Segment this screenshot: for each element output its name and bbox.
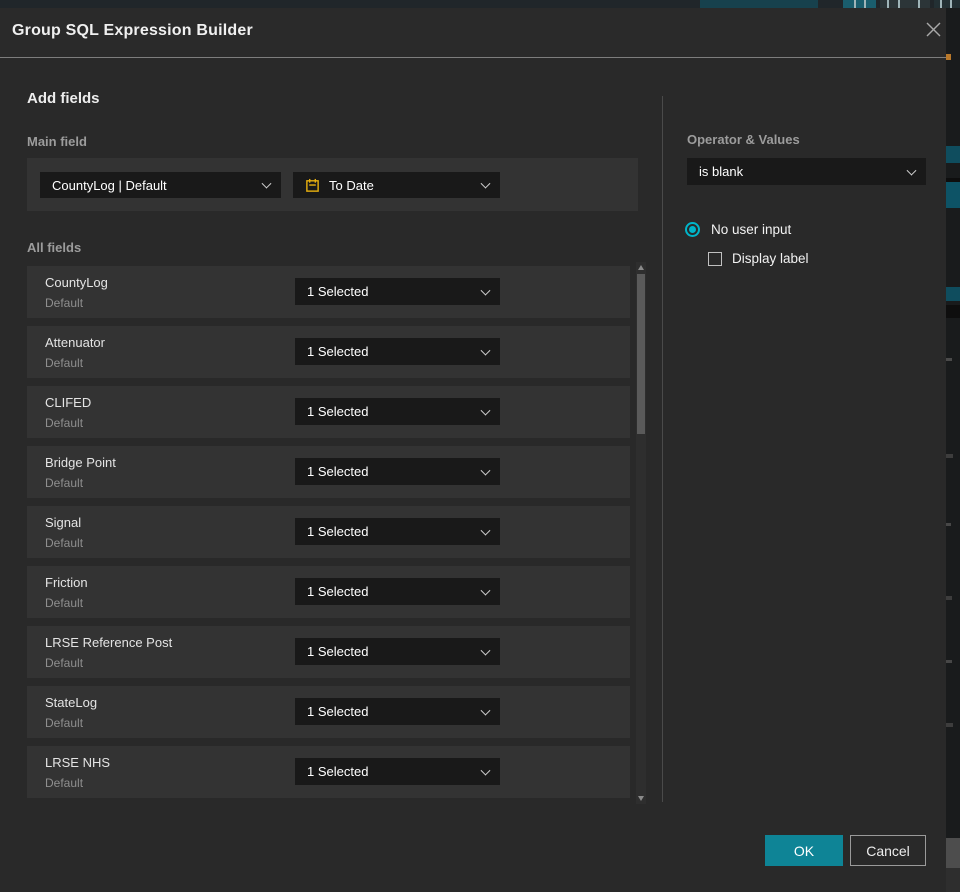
field-selected-dropdown[interactable]: 1 Selected xyxy=(295,518,500,545)
panel-divider xyxy=(662,96,663,802)
date-type-dropdown-value: To Date xyxy=(329,177,374,193)
close-button[interactable] xyxy=(920,19,946,45)
field-selected-value: 1 Selected xyxy=(307,284,369,299)
chevron-down-icon xyxy=(480,585,491,596)
field-name: Attenuator xyxy=(45,335,105,350)
scrollbar-thumb[interactable] xyxy=(637,274,645,434)
field-row: Attenuator Default 1 Selected xyxy=(27,326,630,378)
chevron-down-icon xyxy=(480,345,491,356)
field-row: Bridge Point Default 1 Selected xyxy=(27,446,630,498)
field-name: Bridge Point xyxy=(45,455,116,470)
field-row: CLIFED Default 1 Selected xyxy=(27,386,630,438)
scroll-down-arrow-icon[interactable] xyxy=(638,796,644,801)
field-selected-dropdown[interactable]: 1 Selected xyxy=(295,698,500,725)
field-name: Signal xyxy=(45,515,82,530)
field-selected-value: 1 Selected xyxy=(307,344,369,359)
main-field-label: Main field xyxy=(27,134,87,149)
field-name: LRSE Reference Post xyxy=(45,635,173,650)
field-name: LRSE NHS xyxy=(45,755,111,770)
chevron-down-icon xyxy=(480,465,491,476)
scroll-up-arrow-icon[interactable] xyxy=(638,265,644,270)
field-subtitle: Default xyxy=(45,656,84,670)
ok-button[interactable]: OK xyxy=(765,835,843,866)
field-selected-dropdown[interactable]: 1 Selected xyxy=(295,578,500,605)
field-selected-dropdown[interactable]: 1 Selected xyxy=(295,338,500,365)
operator-dropdown-value: is blank xyxy=(699,164,744,179)
field-selected-dropdown[interactable]: 1 Selected xyxy=(295,278,500,305)
field-selected-value: 1 Selected xyxy=(307,404,369,419)
group-sql-expression-builder-dialog: Group SQL Expression Builder Add fields … xyxy=(0,8,946,892)
field-name: CountyLog xyxy=(45,275,108,290)
field-selected-value: 1 Selected xyxy=(307,464,369,479)
field-row: Friction Default 1 Selected xyxy=(27,566,630,618)
no-user-input-radio[interactable]: No user input xyxy=(685,222,791,237)
chevron-down-icon xyxy=(480,285,491,296)
field-row: StateLog Default 1 Selected xyxy=(27,686,630,738)
fields-list-scrollbar[interactable] xyxy=(636,262,646,804)
chevron-down-icon xyxy=(480,765,491,776)
field-subtitle: Default xyxy=(45,716,84,730)
field-selected-value: 1 Selected xyxy=(307,524,369,539)
date-type-dropdown[interactable]: To Date xyxy=(293,172,500,198)
field-row: LRSE NHS Default 1 Selected xyxy=(27,746,630,798)
calendar-icon xyxy=(305,178,320,193)
field-selected-value: 1 Selected xyxy=(307,764,369,779)
field-subtitle: Default xyxy=(45,536,84,550)
field-subtitle: Default xyxy=(45,476,84,490)
field-row: CountyLog Default 1 Selected xyxy=(27,266,630,318)
field-selected-value: 1 Selected xyxy=(307,644,369,659)
main-field-panel: CountyLog | Default To Date xyxy=(27,158,638,211)
dialog-title: Group SQL Expression Builder xyxy=(12,22,253,39)
field-subtitle: Default xyxy=(45,296,84,310)
operator-values-label: Operator & Values xyxy=(687,132,800,147)
field-name: CLIFED xyxy=(45,395,92,410)
chevron-down-icon xyxy=(480,645,491,656)
field-selected-dropdown[interactable]: 1 Selected xyxy=(295,458,500,485)
field-subtitle: Default xyxy=(45,596,84,610)
display-label-text: Display label xyxy=(732,251,809,266)
chevron-down-icon xyxy=(480,178,491,189)
all-fields-label: All fields xyxy=(27,240,82,255)
close-icon xyxy=(925,21,942,43)
field-selected-value: 1 Selected xyxy=(307,704,369,719)
cancel-button[interactable]: Cancel xyxy=(850,835,926,866)
chevron-down-icon xyxy=(480,525,491,536)
chevron-down-icon xyxy=(480,705,491,716)
background-right-strip xyxy=(946,8,960,892)
add-fields-heading: Add fields xyxy=(27,90,100,107)
chevron-down-icon xyxy=(480,405,491,416)
field-name: Friction xyxy=(45,575,88,590)
field-subtitle: Default xyxy=(45,356,84,370)
title-separator xyxy=(0,57,946,58)
field-subtitle: Default xyxy=(45,776,84,790)
dialog-title-bar: Group SQL Expression Builder xyxy=(0,8,946,57)
field-row: LRSE Reference Post Default 1 Selected xyxy=(27,626,630,678)
field-selected-dropdown[interactable]: 1 Selected xyxy=(295,398,500,425)
checkbox-unchecked-icon xyxy=(708,251,722,266)
live-view-label: Live view xyxy=(736,0,785,3)
operator-dropdown[interactable]: is blank xyxy=(687,158,926,185)
field-row: Signal Default 1 Selected xyxy=(27,506,630,558)
background-toolbar-fragment xyxy=(934,0,960,8)
field-selected-value: 1 Selected xyxy=(307,584,369,599)
chevron-down-icon xyxy=(906,165,917,176)
live-view-chip: Live view xyxy=(700,0,818,8)
main-field-dropdown-value: CountyLog | Default xyxy=(52,177,167,193)
chevron-down-icon xyxy=(261,178,272,189)
background-top-strip: Live view xyxy=(0,0,960,8)
field-selected-dropdown[interactable]: 1 Selected xyxy=(295,758,500,785)
radio-selected-icon xyxy=(685,222,700,237)
field-subtitle: Default xyxy=(45,416,84,430)
field-name: StateLog xyxy=(45,695,98,710)
no-user-input-label: No user input xyxy=(711,222,792,237)
main-field-dropdown[interactable]: CountyLog | Default xyxy=(40,172,281,198)
display-label-checkbox[interactable]: Display label xyxy=(708,251,809,266)
field-selected-dropdown[interactable]: 1 Selected xyxy=(295,638,500,665)
background-toolbar-fragment xyxy=(880,0,930,8)
background-toolbar-fragment xyxy=(843,0,876,8)
